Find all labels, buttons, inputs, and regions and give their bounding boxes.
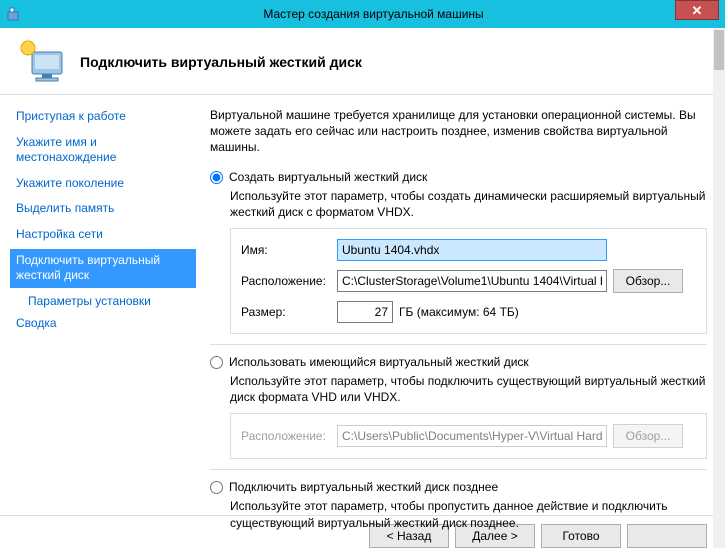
option-existing-desc: Используйте этот параметр, чтобы подключ… <box>230 373 707 405</box>
location-input[interactable] <box>337 270 607 292</box>
titlebar: Мастер создания виртуальной машины ✕ <box>0 0 725 28</box>
existing-location-label: Расположение: <box>241 429 331 443</box>
radio-create-vhd[interactable] <box>210 171 223 184</box>
option-existing-label: Использовать имеющийся виртуальный жестк… <box>229 355 529 369</box>
name-label: Имя: <box>241 243 331 257</box>
option-use-existing: Использовать имеющийся виртуальный жестк… <box>210 355 707 459</box>
radio-use-existing[interactable] <box>210 356 223 369</box>
sidebar-item-name-location[interactable]: Укажите имя и местонахождение <box>10 131 196 170</box>
sidebar-item-network[interactable]: Настройка сети <box>10 223 196 247</box>
option-attach-later: Подключить виртуальный жесткий диск позд… <box>210 480 707 530</box>
close-icon: ✕ <box>692 4 703 17</box>
wizard-header: Подключить виртуальный жесткий диск <box>0 28 725 95</box>
close-button[interactable]: ✕ <box>675 0 719 20</box>
option-create-desc: Используйте этот параметр, чтобы создать… <box>230 188 707 220</box>
create-fields: Имя: Расположение: Обзор... Размер: ГБ (… <box>230 228 707 334</box>
wizard-sidebar: Приступая к работе Укажите имя и местона… <box>0 95 200 515</box>
scrollbar[interactable] <box>713 28 725 548</box>
wizard-icon <box>18 38 66 86</box>
sidebar-item-memory[interactable]: Выделить память <box>10 197 196 221</box>
sidebar-item-install-options[interactable]: Параметры установки <box>10 290 196 312</box>
intro-text: Виртуальной машине требуется хранилище д… <box>210 107 707 156</box>
separator <box>210 469 707 470</box>
size-label: Размер: <box>241 305 331 319</box>
browse-button[interactable]: Обзор... <box>613 269 683 293</box>
size-input[interactable] <box>337 301 393 323</box>
scrollbar-thumb[interactable] <box>714 30 724 70</box>
separator <box>210 344 707 345</box>
sidebar-item-connect-vhd[interactable]: Подключить виртуальный жесткий диск <box>10 249 196 288</box>
radio-attach-later[interactable] <box>210 481 223 494</box>
name-input[interactable] <box>337 239 607 261</box>
sidebar-item-summary[interactable]: Сводка <box>10 312 196 336</box>
option-create-label: Создать виртуальный жесткий диск <box>229 170 427 184</box>
option-later-label: Подключить виртуальный жесткий диск позд… <box>229 480 498 494</box>
existing-location-input <box>337 425 607 447</box>
existing-fields: Расположение: Обзор... <box>230 413 707 459</box>
sidebar-item-generation[interactable]: Укажите поколение <box>10 172 196 196</box>
existing-browse-button: Обзор... <box>613 424 683 448</box>
location-label: Расположение: <box>241 274 331 288</box>
option-create-vhd: Создать виртуальный жесткий диск Использ… <box>210 170 707 334</box>
page-title: Подключить виртуальный жесткий диск <box>80 54 362 70</box>
option-later-desc: Используйте этот параметр, чтобы пропуст… <box>230 498 707 530</box>
app-icon <box>6 6 22 22</box>
size-unit: ГБ (максимум: 64 ТБ) <box>399 305 519 319</box>
wizard-content: Виртуальной машине требуется хранилище д… <box>200 95 725 515</box>
window-title: Мастер создания виртуальной машины <box>22 7 725 21</box>
sidebar-item-begin[interactable]: Приступая к работе <box>10 105 196 129</box>
